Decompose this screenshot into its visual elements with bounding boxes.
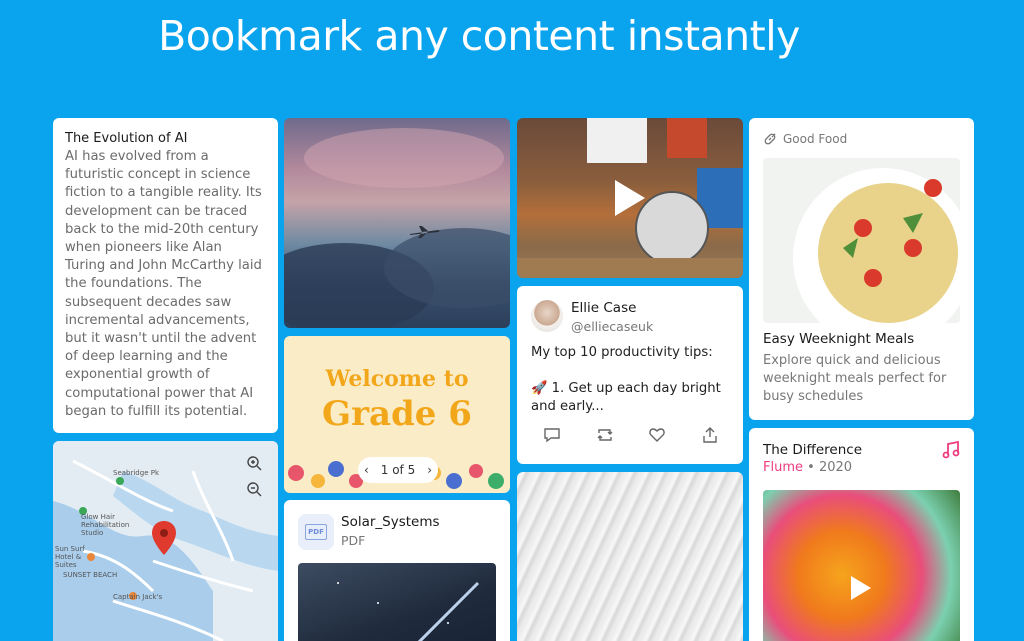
map-label: Captain Jack's [113,593,163,601]
article-card[interactable]: The Evolution of AI AI has evolved from … [53,118,278,433]
next-slide-icon[interactable]: › [427,463,432,477]
airplane-icon [410,226,440,238]
tweet-actions [531,426,731,444]
paper-stack-image[interactable] [517,472,743,641]
song-title: The Difference [763,442,862,458]
headline: Bookmark any content instantly [158,12,800,60]
pdf-thumbnail [298,563,496,641]
map-label: SUNSET BEACH [63,571,118,579]
play-icon[interactable] [615,180,645,216]
sky-airplane-image[interactable] [284,118,510,328]
album-art [763,490,960,641]
pdf-type: PDF [341,533,366,548]
song-year: 2020 [818,460,853,475]
sky-clouds [284,128,510,328]
welcome-line1: Welcome to [325,366,469,392]
music-note-icon [942,441,960,459]
avatar [531,300,563,332]
song-artist[interactable]: Flume [763,460,803,475]
link-icon [764,133,776,145]
pdf-file-icon: PDF [298,514,334,550]
map-pin-icon [152,521,176,555]
recipe-description: Explore quick and delicious weeknight me… [763,353,947,404]
song-meta: Flume • 2020 [763,460,852,475]
zoom-out-icon[interactable] [243,478,265,500]
share-icon[interactable] [701,426,719,444]
pasta-bowl [793,168,960,323]
article-title: The Evolution of AI [65,131,188,146]
slide-counter: 1 of 5 [380,463,416,477]
map-card[interactable]: Seabridge Pk Glow Hair Rehabilitation St… [53,441,278,641]
pdf-name: Solar_Systems [341,514,440,530]
map-label: Sun Surf Hotel & Suites [55,545,85,569]
tweet-text: My top 10 productivity tips: 🚀 1. Get up… [531,345,721,414]
recipe-card[interactable]: Good Food Easy Weeknight Meals Explore q… [749,118,974,420]
welcome-line2: Grade 6 [322,394,472,434]
pasta-salad-image [763,158,960,323]
zoom-in-icon[interactable] [243,452,265,474]
recipe-title: Easy Weeknight Meals [763,331,915,347]
prev-slide-icon[interactable]: ‹ [364,463,369,477]
slide-pager: ‹ 1 of 5 › [358,457,438,483]
map-label: Seabridge Pk [113,469,159,477]
tweet-handle: @elliecaseuk [571,319,654,334]
tweet-card[interactable]: Ellie Case @elliecaseuk My top 10 produc… [517,286,743,464]
retweet-icon[interactable] [596,426,614,444]
soccer-video-thumbnail[interactable] [517,118,743,278]
pdf-card[interactable]: PDF Solar_Systems PDF [284,500,510,641]
music-card[interactable]: The Difference Flume • 2020 [749,428,974,641]
reply-icon[interactable] [543,426,561,444]
pdf-icon-label: PDF [305,524,327,540]
play-icon[interactable] [851,576,871,600]
meta-separator: • [803,460,819,475]
meteor-streak [337,581,480,641]
map-label: Glow Hair Rehabilitation Studio [81,513,130,537]
tweet-author: Ellie Case [571,300,637,316]
like-icon[interactable] [648,426,666,444]
source-link[interactable]: Good Food [763,132,847,146]
source-name: Good Food [783,132,848,146]
welcome-slideshow-card[interactable]: Welcome to Grade 6 ‹ 1 of 5 › [284,336,510,493]
article-body: AI has evolved from a futuristic concept… [65,149,262,419]
